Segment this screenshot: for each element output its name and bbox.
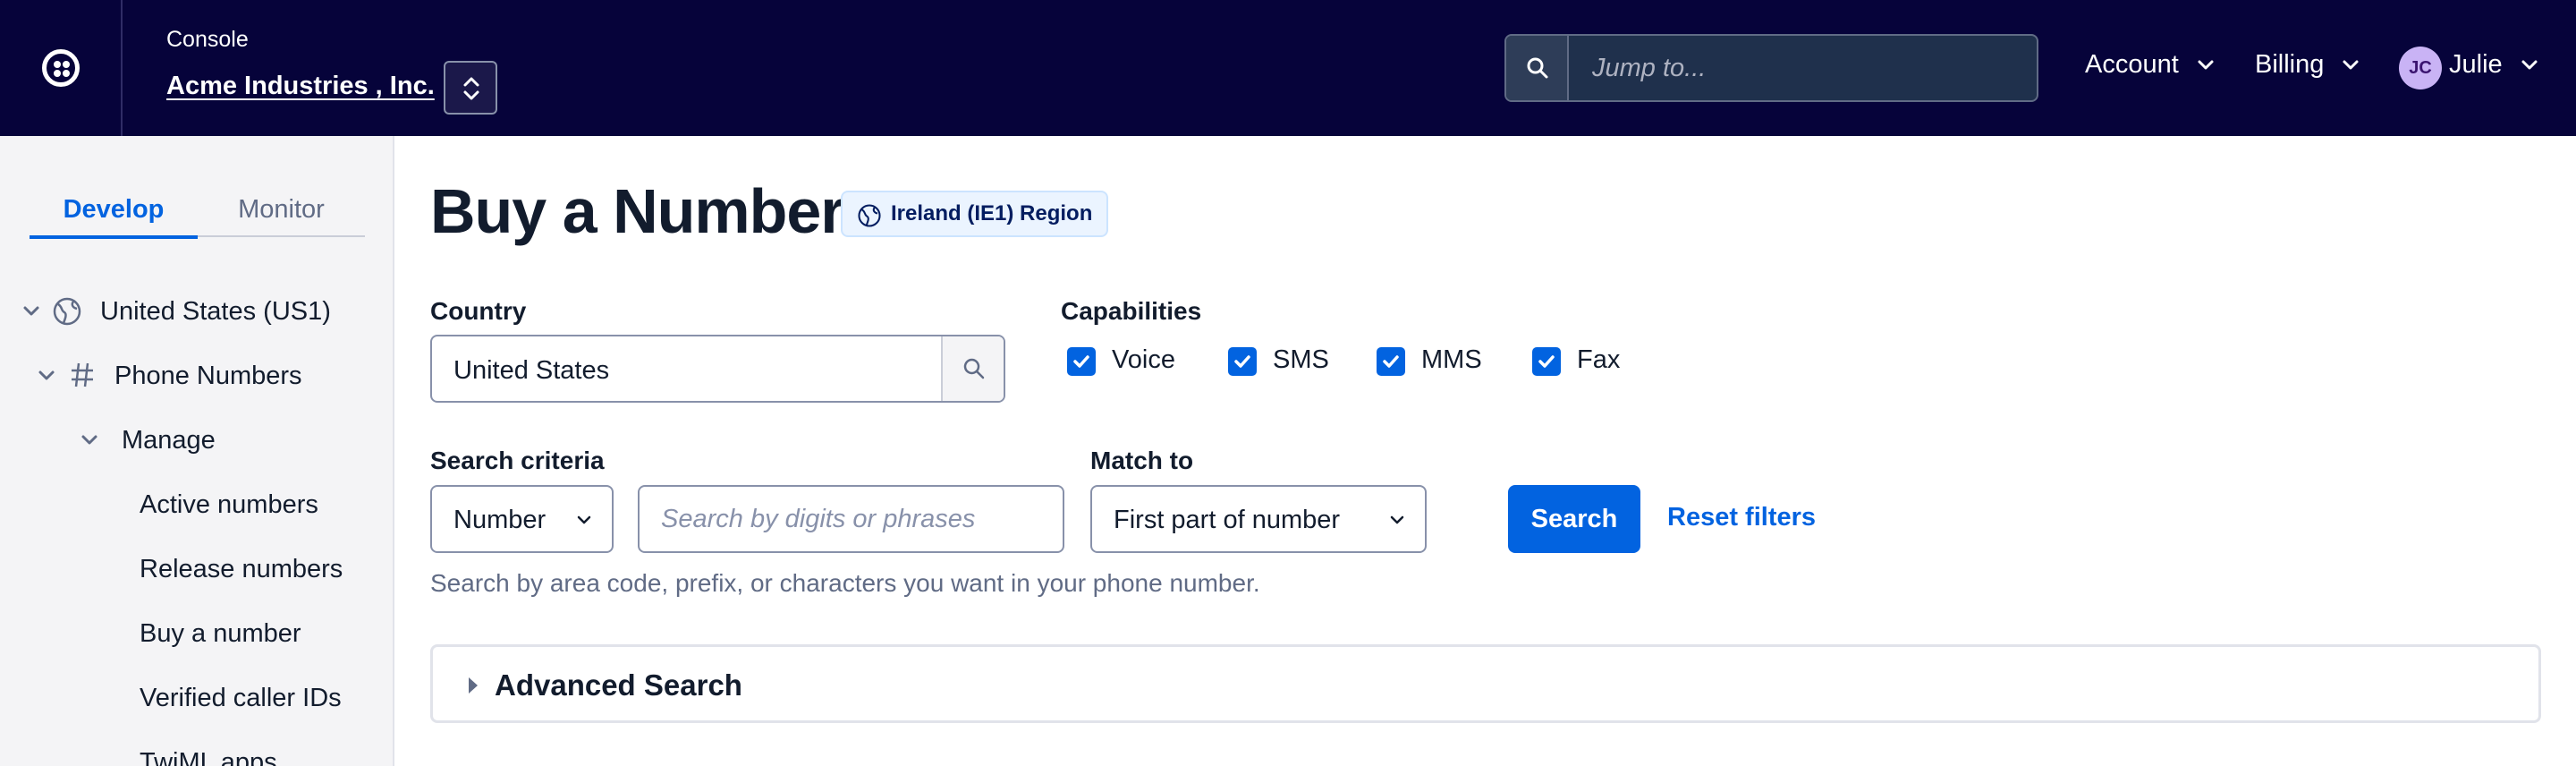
hash-icon bbox=[72, 362, 93, 387]
user-name: Julie bbox=[2449, 50, 2503, 79]
billing-menu-label: Billing bbox=[2255, 50, 2325, 79]
top-navigation-bar: Console Acme Industries , Inc. Account B… bbox=[0, 0, 2576, 136]
chevron-down-icon bbox=[2521, 60, 2538, 70]
jump-to-search bbox=[1504, 34, 2038, 102]
sidebar-item-region[interactable]: United States (US1) bbox=[100, 297, 331, 327]
account-menu[interactable]: Account bbox=[2085, 50, 2215, 80]
mms-checkbox-label: MMS bbox=[1421, 345, 1482, 374]
advanced-search-disclosure[interactable]: Advanced Search bbox=[430, 644, 2541, 723]
chevron-down-icon bbox=[2198, 60, 2214, 70]
page-title: Buy a Number bbox=[430, 176, 845, 246]
search-digits-input[interactable] bbox=[638, 485, 1064, 553]
region-badge: Ireland (IE1) Region bbox=[841, 191, 1109, 237]
console-label: Console bbox=[166, 27, 249, 52]
sidebar-item-active-numbers[interactable]: Active numbers bbox=[140, 490, 318, 520]
chevron-down-icon bbox=[2343, 60, 2359, 70]
match-to-value: First part of number bbox=[1114, 506, 1341, 534]
sidebar-item-twiml-apps[interactable]: TwiML apps bbox=[140, 748, 277, 766]
country-search-button[interactable] bbox=[941, 336, 1004, 401]
sidebar-item-release-numbers[interactable]: Release numbers bbox=[140, 555, 343, 584]
country-value: United States bbox=[453, 356, 610, 385]
sms-checkbox-label: SMS bbox=[1273, 345, 1329, 374]
sidebar-item-manage[interactable]: Manage bbox=[122, 426, 216, 455]
search-help-text: Search by area code, prefix, or characte… bbox=[430, 569, 1260, 597]
search-criteria-label: Search criteria bbox=[430, 447, 605, 474]
chevron-down-icon bbox=[577, 515, 591, 524]
twilio-logo-icon[interactable] bbox=[42, 49, 80, 87]
jump-to-input[interactable] bbox=[1571, 36, 2036, 100]
sidebar-item-verified-caller-ids[interactable]: Verified caller IDs bbox=[140, 684, 342, 713]
globe-icon bbox=[858, 204, 881, 227]
search-button[interactable]: Search bbox=[1508, 485, 1640, 553]
advanced-search-title: Advanced Search bbox=[495, 668, 742, 702]
caret-right-icon bbox=[469, 677, 478, 694]
account-name-link[interactable]: Acme Industries , Inc. bbox=[166, 72, 435, 101]
region-badge-label: Ireland (IE1) Region bbox=[891, 201, 1093, 226]
billing-menu[interactable]: Billing bbox=[2255, 50, 2360, 80]
checkmark-icon bbox=[1532, 347, 1561, 376]
chevron-down-icon[interactable] bbox=[80, 434, 98, 447]
chevron-down-icon bbox=[1390, 515, 1404, 524]
country-combobox[interactable]: United States bbox=[430, 335, 1005, 403]
chevron-down-icon[interactable] bbox=[38, 370, 55, 382]
tab-develop[interactable]: Develop bbox=[30, 183, 198, 239]
reset-filters-link[interactable]: Reset filters bbox=[1667, 503, 1816, 532]
checkmark-icon bbox=[1067, 347, 1096, 376]
sidebar-tabs: Develop Monitor bbox=[30, 183, 365, 239]
voice-checkbox-label: Voice bbox=[1112, 345, 1175, 374]
checkmark-icon bbox=[1377, 347, 1405, 376]
search-icon bbox=[963, 358, 985, 379]
fax-checkbox-label: Fax bbox=[1577, 345, 1621, 374]
search-icon[interactable] bbox=[1506, 36, 1569, 100]
match-to-select[interactable]: First part of number bbox=[1090, 485, 1427, 553]
country-label: Country bbox=[430, 297, 527, 325]
chevron-up-down-icon bbox=[463, 77, 479, 100]
search-criteria-type-value: Number bbox=[453, 506, 547, 534]
account-switcher-button[interactable] bbox=[444, 61, 497, 115]
capabilities-label: Capabilities bbox=[1061, 297, 1202, 325]
user-menu[interactable]: Julie bbox=[2449, 50, 2538, 80]
user-avatar[interactable]: JC bbox=[2399, 47, 2442, 89]
sidebar-item-phone-numbers[interactable]: Phone Numbers bbox=[114, 362, 302, 391]
chevron-down-icon[interactable] bbox=[22, 305, 40, 318]
match-to-label: Match to bbox=[1090, 447, 1194, 474]
checkmark-icon bbox=[1228, 347, 1257, 376]
globe-icon bbox=[53, 297, 81, 326]
tab-monitor[interactable]: Monitor bbox=[198, 183, 365, 237]
search-criteria-type-select[interactable]: Number bbox=[430, 485, 614, 553]
sidebar: Develop Monitor United States (US1) Phon… bbox=[0, 136, 394, 766]
sidebar-item-buy-a-number[interactable]: Buy a number bbox=[140, 619, 301, 649]
account-menu-label: Account bbox=[2085, 50, 2179, 79]
logo-cell bbox=[0, 0, 123, 136]
